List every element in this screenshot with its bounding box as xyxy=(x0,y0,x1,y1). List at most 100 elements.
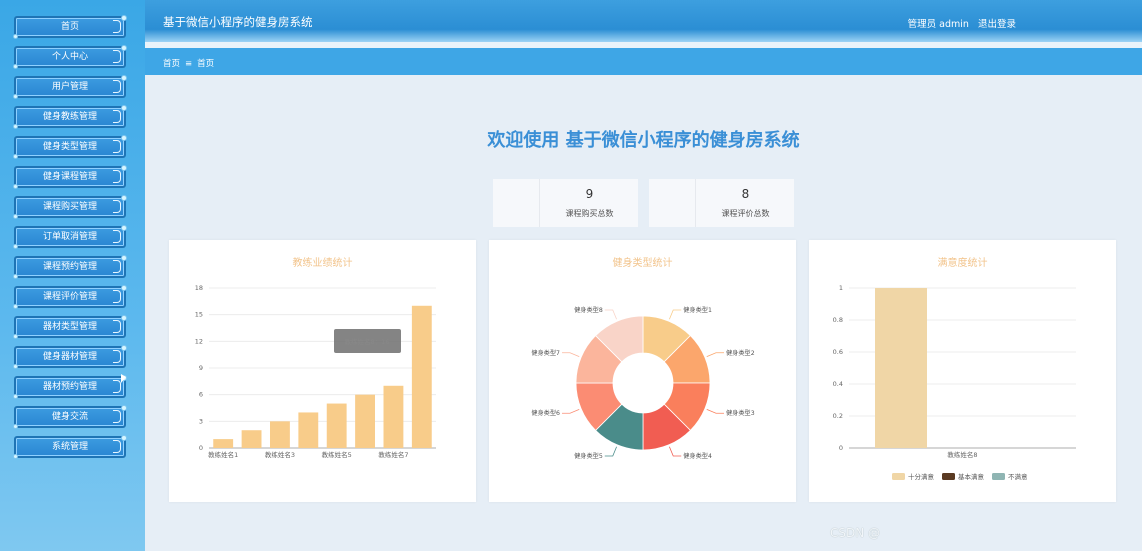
sidebar-item-label: 课程预约管理 xyxy=(42,262,97,272)
sidebar-item[interactable]: 课程购买管理 xyxy=(13,195,127,219)
ornament-icon xyxy=(113,80,121,93)
bar[interactable] xyxy=(411,305,432,448)
legend-item[interactable]: 不满意 xyxy=(992,472,1028,481)
legend-swatch xyxy=(892,473,905,480)
y-tick-label: 0.2 xyxy=(833,412,843,420)
satisfaction-panel: 满意度统计 0 0.2 0.4 0.6 0.8 1 教练姓名8 十分满意 基本满意 不满意 xyxy=(809,240,1116,502)
ornament-dot-icon xyxy=(13,184,18,189)
fitness-type-chart: 健身类型1 健身类型2 健身类型3 健身类型4 健身类型5 健身类型6 健身类型7 健身类型8 xyxy=(531,306,754,460)
satisfaction-chart: 0 0.2 0.4 0.6 0.8 1 教练姓名8 十分满意 基本满意 不满意 xyxy=(833,284,1076,481)
stat-label: 课程购买总数 xyxy=(565,209,614,218)
ornament-dot-icon xyxy=(13,334,18,339)
bar[interactable] xyxy=(355,394,375,448)
sidebar-item[interactable]: 系统管理 xyxy=(13,435,127,459)
ornament-dot-icon xyxy=(121,165,127,171)
sidebar-item[interactable]: 首页 xyxy=(13,15,127,39)
watermark: CSDN @ xyxy=(830,526,881,540)
app-title: 基于微信小程序的健身房系统 xyxy=(163,15,313,29)
ornament-dot-icon xyxy=(13,424,18,429)
bar[interactable] xyxy=(326,403,347,448)
pie-label: 健身类型5 xyxy=(574,452,603,460)
ornament-icon xyxy=(113,410,121,423)
ornament-dot-icon xyxy=(13,364,18,369)
ornament-dot-icon xyxy=(13,94,18,99)
ornament-dot-icon xyxy=(121,345,127,351)
tooltip-text: 教练姓名8：16 xyxy=(345,337,390,346)
sidebar-item-label: 个人中心 xyxy=(51,52,88,62)
ornament-icon xyxy=(113,50,121,63)
sidebar-item-label: 健身器材管理 xyxy=(42,352,97,362)
sidebar-item[interactable]: 健身课程管理 xyxy=(13,165,127,189)
y-tick-label: 1 xyxy=(839,284,843,292)
ornament-dot-icon xyxy=(13,394,18,399)
legend-swatch xyxy=(992,473,1005,480)
sidebar-item-label: 健身交流 xyxy=(51,412,88,422)
user-area: 管理员 admin 退出登录 xyxy=(908,16,1022,30)
ornament-icon xyxy=(113,230,121,243)
sidebar-item-label: 器材预约管理 xyxy=(42,382,97,392)
ornament-dot-icon xyxy=(13,214,18,219)
sidebar-item[interactable]: 健身交流 xyxy=(13,405,127,429)
y-tick-label: 15 xyxy=(195,311,203,319)
label-leader-line xyxy=(669,446,682,457)
y-tick-label: 6 xyxy=(199,391,203,399)
sidebar-item[interactable]: 用户管理 xyxy=(13,75,127,99)
sidebar-item[interactable]: 订单取消管理 xyxy=(13,225,127,249)
sidebar-item[interactable]: 健身教练管理 xyxy=(13,105,127,129)
ornament-dot-icon xyxy=(13,124,18,129)
ornament-icon xyxy=(113,440,121,453)
sidebar-item[interactable]: 器材类型管理 xyxy=(13,315,127,339)
top-header: 基于微信小程序的健身房系统 管理员 admin 退出登录 xyxy=(145,0,1142,42)
sidebar-item[interactable]: 器材预约管理 xyxy=(13,375,127,399)
bar[interactable] xyxy=(213,439,234,448)
welcome-heading: 欢迎使用 基于微信小程序的健身房系统 xyxy=(487,130,800,151)
user-label: 管理员 admin xyxy=(907,19,969,30)
label-leader-line xyxy=(706,352,724,357)
pie-label: 健身类型6 xyxy=(531,409,560,417)
sidebar-item[interactable]: 课程评价管理 xyxy=(13,285,127,309)
ornament-dot-icon xyxy=(13,454,18,459)
ornament-dot-icon xyxy=(121,135,127,141)
breadcrumb-separator: ≡ xyxy=(185,59,193,69)
x-tick-label: 教练姓名5 xyxy=(322,450,352,459)
breadcrumb-home[interactable]: 首页 xyxy=(163,59,180,69)
sidebar-item[interactable]: 课程预约管理 xyxy=(13,255,127,279)
sidebar-item[interactable]: 个人中心 xyxy=(13,45,127,69)
ornament-dot-icon xyxy=(121,315,127,321)
sidebar-item-label: 用户管理 xyxy=(51,82,88,92)
ornament-dot-icon xyxy=(13,64,18,69)
x-tick-label: 教练姓名1 xyxy=(208,450,238,459)
sidebar-item[interactable]: 健身类型管理 xyxy=(13,135,127,159)
logout-link[interactable]: 退出登录 xyxy=(978,19,1016,30)
ornament-icon xyxy=(113,140,121,153)
ornament-dot-icon xyxy=(121,225,127,231)
y-tick-label: 0 xyxy=(839,444,843,452)
sidebar-item-label: 健身课程管理 xyxy=(42,172,97,182)
stat-card-purchases: 9 课程购买总数 xyxy=(493,179,638,227)
sidebar-item-label: 订单取消管理 xyxy=(42,232,97,242)
bar[interactable] xyxy=(383,385,404,448)
legend-label: 基本满意 xyxy=(958,472,985,481)
ornament-icon xyxy=(113,170,121,183)
bar[interactable] xyxy=(298,412,319,448)
stat-value: 8 xyxy=(741,187,750,201)
ornament-dot-icon xyxy=(121,195,127,201)
y-tick-label: 12 xyxy=(195,337,203,345)
pie-label: 健身类型1 xyxy=(683,306,712,314)
sidebar-item-label: 器材类型管理 xyxy=(42,322,97,332)
ornament-icon xyxy=(113,110,121,123)
bar[interactable] xyxy=(875,288,927,448)
legend-item[interactable]: 基本满意 xyxy=(942,472,985,481)
ornament-dot-icon xyxy=(13,274,18,279)
pie-label: 健身类型8 xyxy=(574,306,603,314)
legend-swatch xyxy=(942,473,955,480)
label-leader-line xyxy=(562,409,580,414)
pie-label: 健身类型4 xyxy=(683,452,712,460)
y-tick-label: 18 xyxy=(195,284,203,292)
sidebar-item[interactable]: 健身器材管理 xyxy=(13,345,127,369)
legend-item[interactable]: 十分满意 xyxy=(892,472,935,481)
sidebar-item-label: 课程购买管理 xyxy=(42,202,97,212)
label-leader-line xyxy=(562,352,580,357)
bar[interactable] xyxy=(241,430,262,448)
bar[interactable] xyxy=(270,421,290,448)
